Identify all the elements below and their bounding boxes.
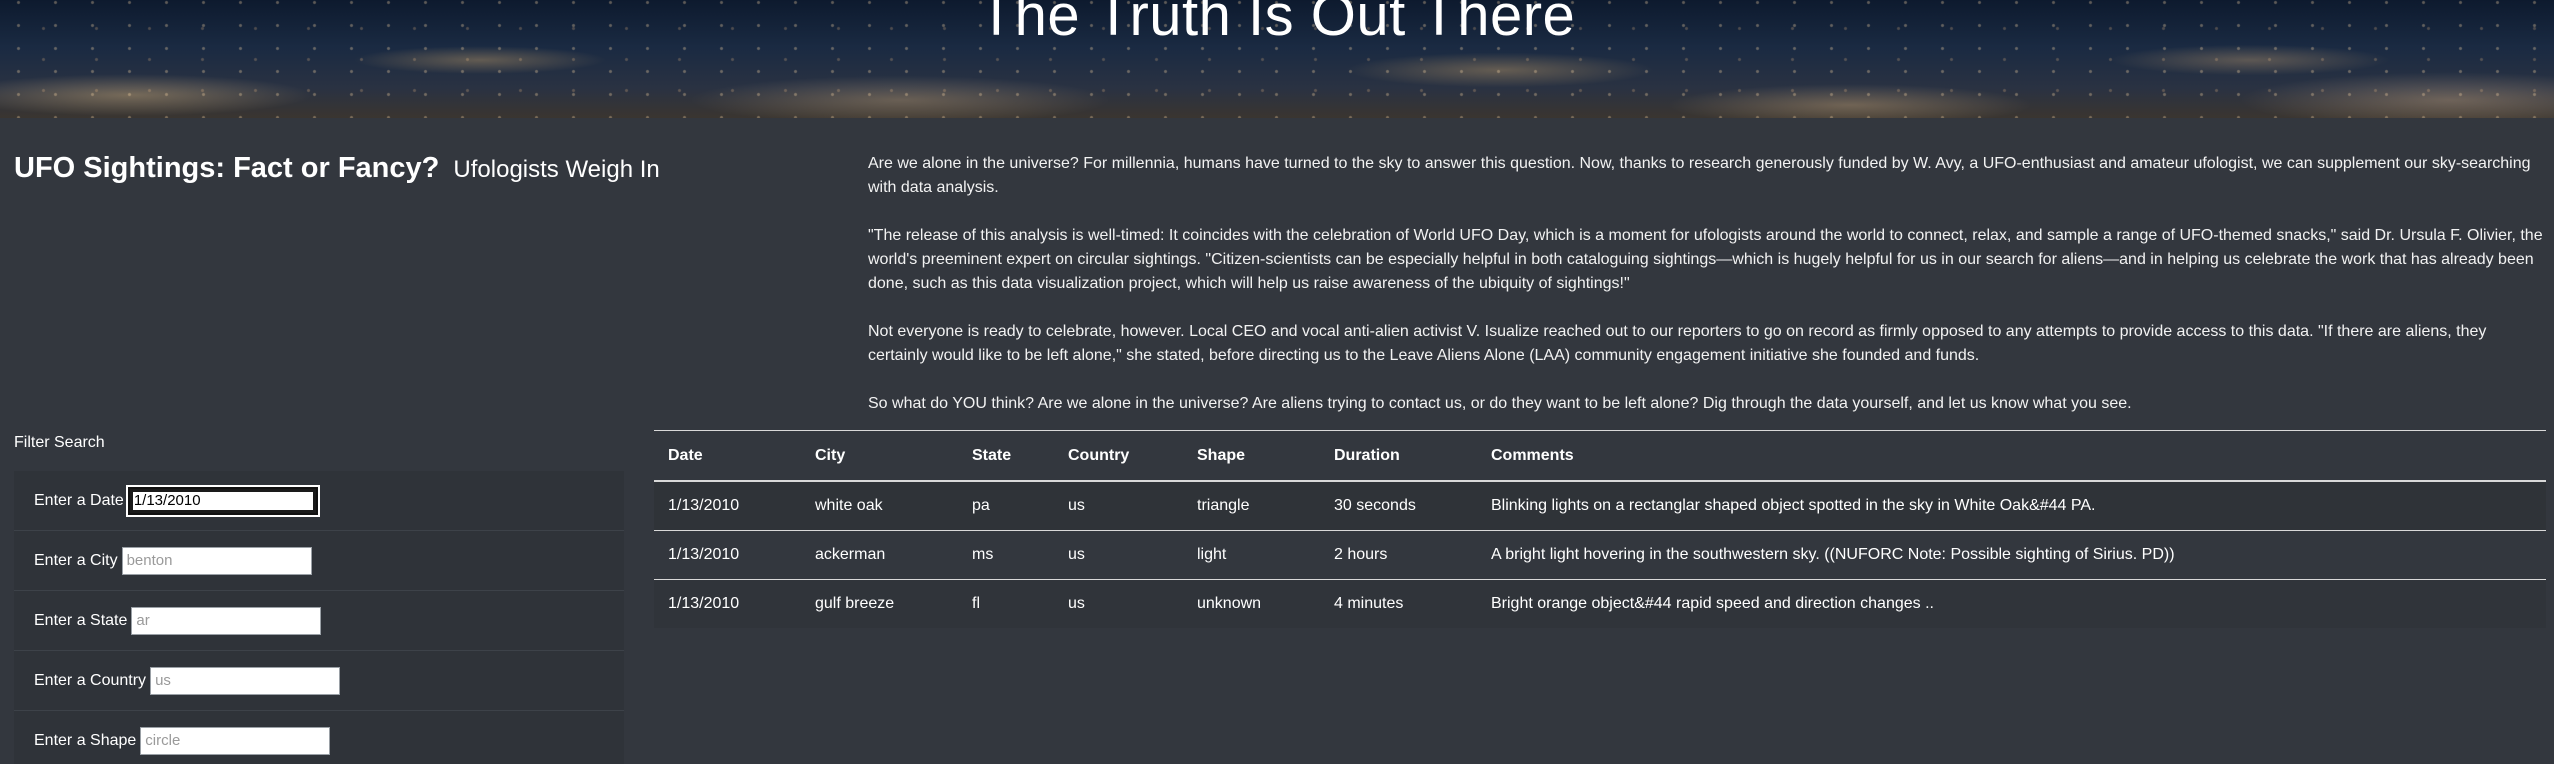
city-label: Enter a City [34, 551, 118, 569]
cell-city: white oak [801, 481, 958, 531]
ufo-table-container: Date City State Country Shape Duration C… [654, 430, 2546, 628]
column-header-state: State [958, 431, 1054, 482]
article-paragraph: Are we alone in the universe? For millen… [868, 155, 2531, 196]
filter-item-date: Enter a Date [14, 471, 624, 531]
column-header-duration: Duration [1320, 431, 1477, 482]
table-header-row: Date City State Country Shape Duration C… [654, 431, 2546, 482]
cell-comments: Blinking lights on a rectanglar shaped o… [1477, 481, 2546, 531]
cell-country: us [1068, 594, 1085, 612]
state-input[interactable] [131, 606, 322, 635]
column-header-country: Country [1054, 431, 1183, 482]
page-headline: UFO Sightings: Fact or Fancy? Ufologists… [14, 152, 660, 185]
cell-state: pa [958, 481, 1054, 531]
cell-comments: A bright light hovering in the southwest… [1477, 530, 2546, 580]
cell-country: us [1054, 481, 1183, 531]
cell-duration: 2 hours [1320, 530, 1477, 580]
cell-shape: unknown [1197, 594, 1262, 612]
hero-banner: The Truth Is Out There [0, 0, 2554, 118]
cell-city: gulf breeze [815, 594, 895, 612]
cell-comments: Bright orange object&#44 rapid speed and… [1491, 594, 1934, 612]
state-label: Enter a State [34, 611, 128, 629]
column-header-city: City [801, 431, 958, 482]
shape-input[interactable] [140, 726, 331, 755]
cell-duration: 30 seconds [1320, 481, 1477, 531]
filter-item-state: Enter a State [14, 591, 624, 651]
table-row: 1/13/2010 gulf breeze fl us unknown 4 mi… [654, 579, 2546, 628]
country-label: Enter a Country [34, 671, 147, 689]
column-header-shape: Shape [1183, 431, 1320, 482]
article-body: Are we alone in the universe? For millen… [868, 152, 2544, 440]
hero-title: The Truth Is Out There [978, 0, 1576, 48]
filter-item-country: Enter a Country [14, 651, 624, 711]
date-label: Enter a Date [34, 491, 124, 509]
filter-search-label: Filter Search [14, 434, 105, 451]
cell-city: ackerman [801, 530, 958, 580]
filter-list: Enter a Date Enter a City Enter a State … [14, 471, 624, 764]
table-row: 1/13/2010 white oak pa us triangle 30 se… [654, 481, 2546, 531]
cell-duration: 4 minutes [1334, 594, 1404, 612]
filter-item-city: Enter a City [14, 531, 624, 591]
column-header-comments: Comments [1477, 431, 2546, 482]
ufo-table: Date City State Country Shape Duration C… [654, 431, 2546, 628]
column-header-date: Date [654, 431, 801, 482]
cell-shape: light [1183, 530, 1320, 580]
article-paragraph: "The release of this analysis is well-ti… [868, 227, 2543, 292]
cell-country: us [1054, 530, 1183, 580]
cell-shape: triangle [1183, 481, 1320, 531]
cell-date: 1/13/2010 [668, 594, 740, 612]
article-paragraph: So what do YOU think? Are we alone in th… [868, 395, 2132, 412]
shape-label: Enter a Shape [34, 731, 137, 749]
cell-date: 1/13/2010 [654, 530, 801, 580]
table-row: 1/13/2010 ackerman ms us light 2 hours A… [654, 530, 2546, 580]
cell-date: 1/13/2010 [654, 481, 801, 531]
date-input[interactable] [125, 484, 320, 517]
headline-main: UFO Sightings: Fact or Fancy? [14, 152, 440, 184]
article-paragraph: Not everyone is ready to celebrate, howe… [868, 323, 2487, 364]
filter-item-shape: Enter a Shape [14, 711, 624, 764]
cell-state: fl [972, 594, 980, 612]
country-input[interactable] [150, 666, 341, 695]
headline-subtitle: Ufologists Weigh In [453, 156, 660, 183]
city-input[interactable] [121, 546, 312, 575]
cell-state: ms [958, 530, 1054, 580]
